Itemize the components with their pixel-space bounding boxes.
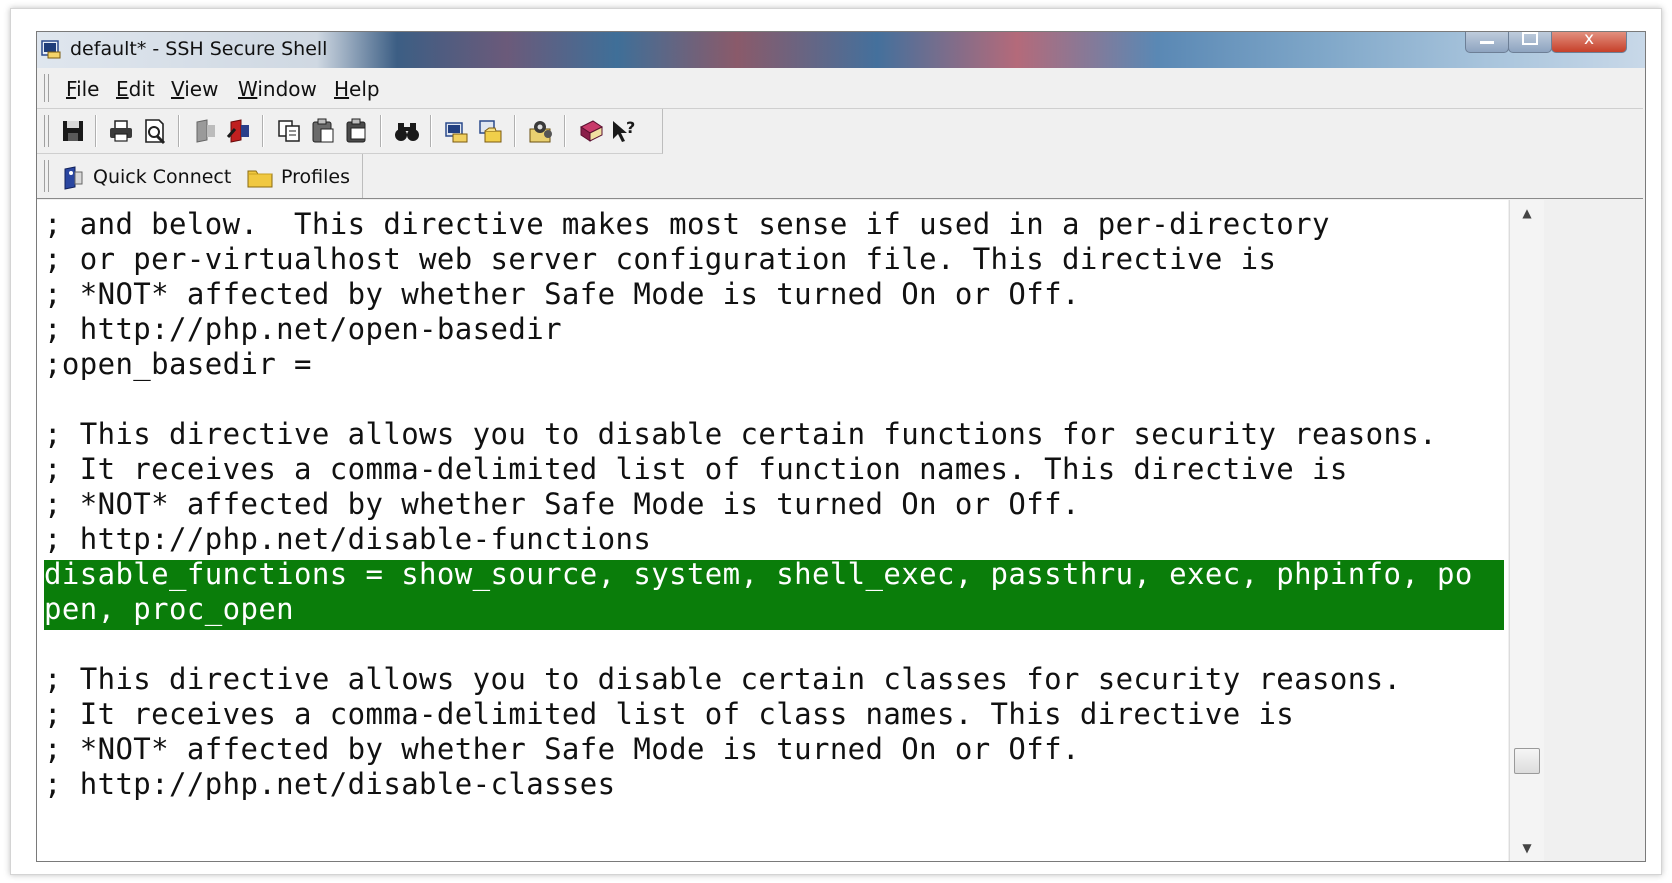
terminal-line-highlighted: disable_functions = show_source, system,… [44,557,1473,591]
quick-connect-label: Quick Connect [93,166,232,188]
terminal-line: ; and below. This directive makes most s… [44,207,1330,241]
terminal-line-highlighted: pen, proc_open [44,592,295,626]
paste-icon[interactable] [309,117,337,145]
ssh-terminal-icon [41,40,61,59]
file-transfer-icon[interactable] [477,117,505,145]
folder-icon [247,170,273,188]
profiles-label: Profiles [281,166,350,188]
menu-help[interactable]: Help [334,77,380,101]
maximize-icon[interactable] [1508,32,1552,53]
menu-view[interactable]: View [171,77,218,101]
svg-text:?: ? [626,118,635,137]
title-bar[interactable]: default* - SSH Secure Shell x [37,32,1645,68]
save-icon[interactable] [59,117,87,145]
terminal-line: ; http://php.net/disable-functions [44,522,652,556]
toolbar-divider [37,198,1643,199]
scrollbar-thumb[interactable] [1514,748,1540,774]
reconnect-icon[interactable] [225,117,253,145]
print-preview-icon[interactable] [141,117,169,145]
terminal-line: ; This directive allows you to disable c… [44,662,1402,696]
settings-icon[interactable] [527,117,555,145]
quick-connect-button[interactable]: Quick Connect [61,163,231,191]
menubar-grip[interactable] [44,74,49,102]
terminal-line: ; http://php.net/disable-classes [44,767,616,801]
toolbar-separator [564,115,566,147]
context-help-icon[interactable]: ? [609,117,637,145]
terminal-line: ; http://php.net/open-basedir [44,312,562,346]
scroll-down-arrow-icon[interactable]: ▼ [1510,835,1544,861]
terminal-output[interactable]: ; and below. This directive makes most s… [37,200,1508,861]
toolbar-separator [430,115,432,147]
vertical-scrollbar[interactable]: ▲ ▼ [1509,200,1544,861]
toolbar-separator [514,115,516,147]
terminal-line: ; *NOT* affected by whether Safe Mode is… [44,487,1080,521]
new-terminal-icon[interactable] [443,117,471,145]
toolbar-separator [95,115,97,147]
paste-special-icon[interactable] [343,117,371,145]
terminal-line: ; It receives a comma-delimited list of … [44,452,1348,486]
minimize-icon[interactable] [1465,32,1509,53]
toolbar-grip[interactable] [44,115,49,147]
menu-bar: File Edit View Window Help [37,68,1643,109]
menu-file[interactable]: File [66,77,99,101]
help-book-icon[interactable] [577,117,605,145]
terminal-line: ; or per-virtualhost web server configur… [44,242,1277,276]
window-title: default* - SSH Secure Shell [70,38,328,60]
connection-toolbar: Quick Connect Profiles [37,154,363,198]
menu-edit[interactable]: Edit [116,77,155,101]
menu-window[interactable]: Window [238,77,317,101]
close-icon[interactable]: x [1551,32,1627,53]
scroll-up-arrow-icon[interactable]: ▲ [1510,200,1544,226]
toolbar-separator [380,115,382,147]
terminal-line: ; This directive allows you to disable c… [44,417,1438,451]
main-toolbar: ? [37,109,663,154]
quick-connect-icon [64,166,83,190]
toolbar-separator [262,115,264,147]
terminal-line: ; It receives a comma-delimited list of … [44,697,1295,731]
profiles-button[interactable]: Profiles [247,163,350,191]
print-icon[interactable] [107,117,135,145]
toolbar-separator [178,115,180,147]
connection-toolbar-grip[interactable] [44,160,49,192]
terminal-line: ;open_basedir = [44,347,312,381]
find-binoculars-icon[interactable] [393,117,421,145]
copy-icon[interactable] [275,117,303,145]
disconnect-icon[interactable] [191,117,219,145]
terminal-line: ; *NOT* affected by whether Safe Mode is… [44,277,1080,311]
terminal-line: ; *NOT* affected by whether Safe Mode is… [44,732,1080,766]
ssh-secure-shell-window: default* - SSH Secure Shell x File Edit … [36,31,1646,862]
